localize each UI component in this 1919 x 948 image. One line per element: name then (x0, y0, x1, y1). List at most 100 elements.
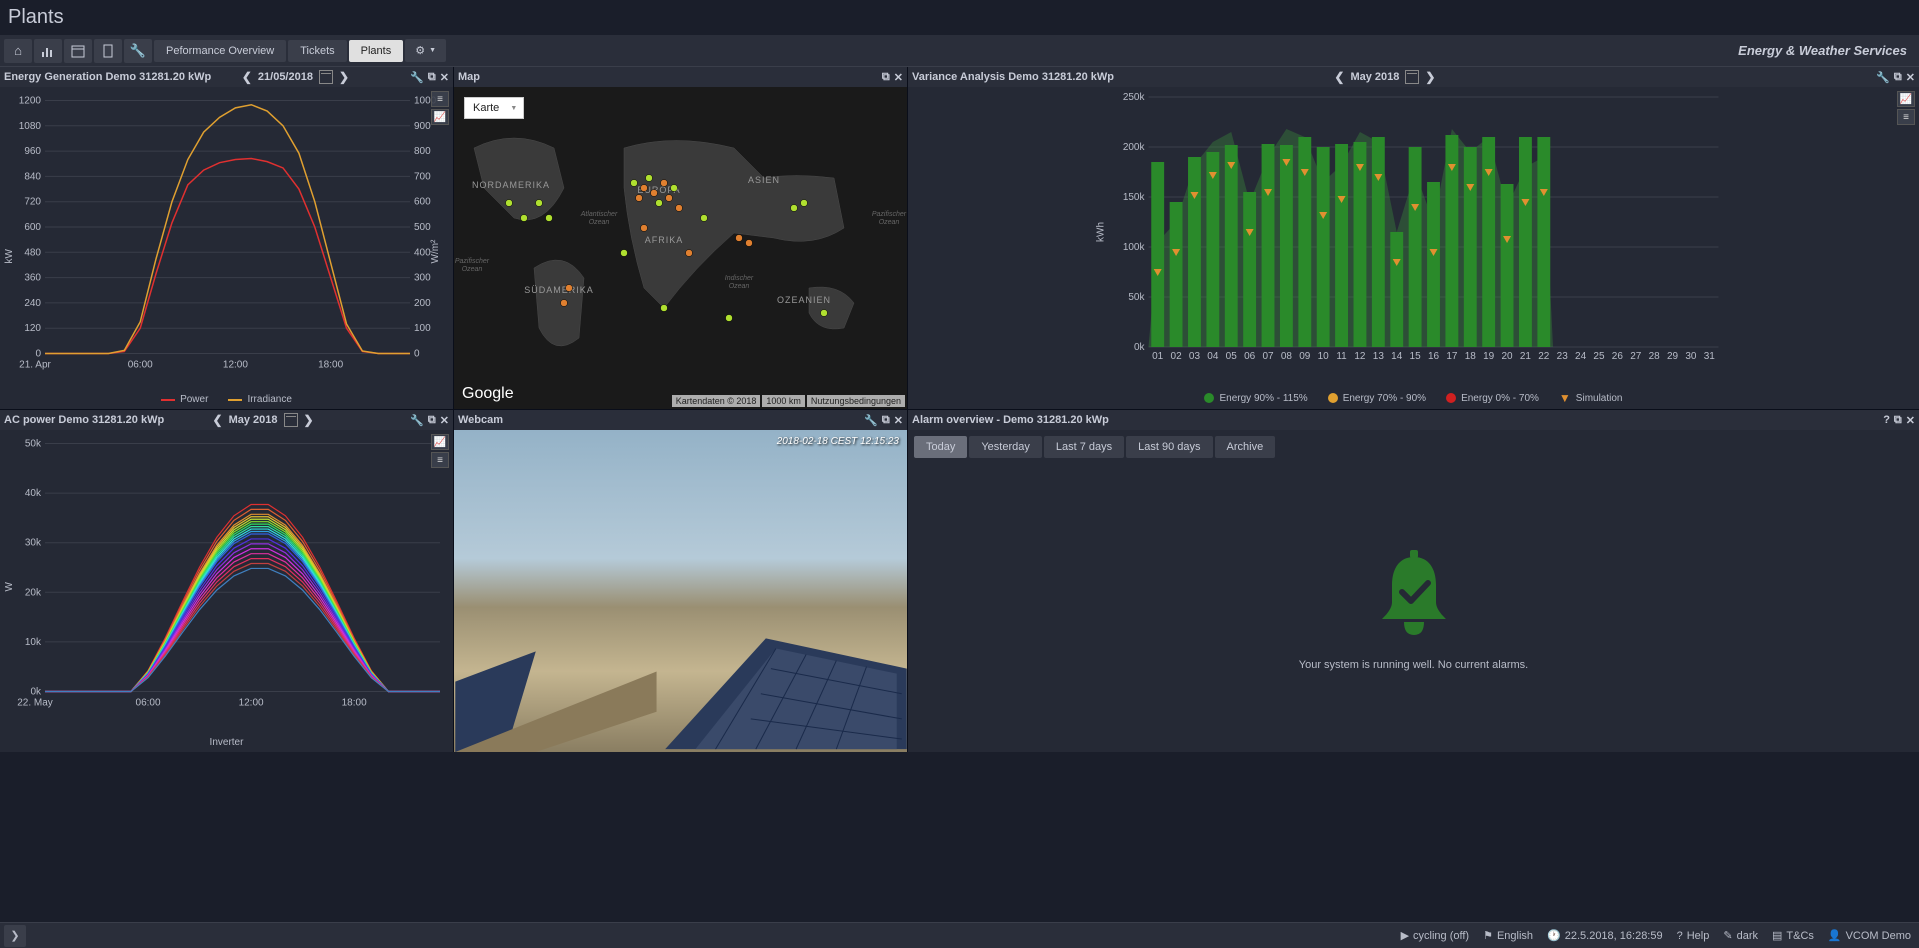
svg-text:50k: 50k (25, 439, 42, 450)
panel-header: Webcam 🔧 ⧉ ✕ (454, 410, 907, 430)
svg-text:18: 18 (1465, 351, 1477, 362)
next-date-arrow[interactable]: ❯ (304, 413, 314, 427)
tab-tickets[interactable]: Tickets (288, 40, 346, 62)
alarm-tab-yesterday[interactable]: Yesterday (969, 436, 1042, 458)
footer-theme[interactable]: ✎dark (1723, 929, 1758, 942)
energy-legend: Power Irradiance (0, 390, 453, 409)
map-body[interactable]: NORDAMERIKA SÜDAMERIKA EUROPA AFRIKA ASI… (454, 87, 907, 409)
calendar-picker-icon[interactable] (1405, 70, 1419, 84)
document-icon[interactable] (94, 39, 122, 63)
alarm-tab-90days[interactable]: Last 90 days (1126, 436, 1212, 458)
legend-energy-0[interactable]: Energy 0% - 70% (1446, 391, 1539, 405)
map-terms[interactable]: Nutzungsbedingungen (807, 395, 905, 407)
footer-expand-icon[interactable]: ❯ (4, 925, 26, 947)
footer-tcs[interactable]: ▤T&Cs (1772, 929, 1814, 942)
wrench-icon[interactable]: 🔧 (410, 414, 424, 427)
menu-icon[interactable]: ≡ (1897, 109, 1915, 125)
popout-icon[interactable]: ⧉ (882, 71, 890, 84)
popout-icon[interactable]: ⧉ (1894, 414, 1902, 427)
svg-text:12:00: 12:00 (239, 698, 264, 709)
legend-label: Power (180, 394, 208, 405)
energy-chart-body: kW W/m² 01202403604806007208409601080120… (0, 87, 453, 390)
svg-text:06: 06 (1244, 351, 1256, 362)
legend-irradiance[interactable]: Irradiance (228, 394, 291, 405)
close-icon[interactable]: ✕ (440, 414, 449, 427)
legend-power[interactable]: Power (161, 394, 208, 405)
popout-icon[interactable]: ⧉ (428, 414, 436, 427)
svg-text:50k: 50k (1128, 292, 1145, 303)
svg-text:23: 23 (1557, 351, 1569, 362)
wrench-icon[interactable]: 🔧 (124, 39, 152, 63)
close-icon[interactable]: ✕ (1906, 71, 1915, 84)
chart-icon[interactable] (34, 39, 62, 63)
next-date-arrow[interactable]: ❯ (1425, 70, 1435, 84)
settings-dropdown[interactable]: ⚙ ▼ (405, 39, 446, 62)
alarm-tab-archive[interactable]: Archive (1215, 436, 1276, 458)
prev-date-arrow[interactable]: ❮ (213, 413, 223, 427)
svg-text:Ozean: Ozean (879, 219, 900, 226)
footer-label: Help (1687, 930, 1710, 942)
svg-text:22. May: 22. May (17, 698, 53, 709)
close-icon[interactable]: ✕ (440, 71, 449, 84)
help-icon[interactable]: ? (1883, 414, 1890, 427)
prev-date-arrow[interactable]: ❮ (1334, 70, 1344, 84)
legend-energy-70[interactable]: Energy 70% - 90% (1328, 391, 1426, 405)
panel-map: Map ⧉ ✕ NORDAMERIKA SÜDAMERIKA EUROPA AF… (454, 67, 907, 409)
tab-plants[interactable]: Plants (349, 40, 404, 62)
svg-text:21: 21 (1520, 351, 1532, 362)
alarm-tab-today[interactable]: Today (914, 436, 967, 458)
panel-actions: 🔧 ⧉ ✕ (1876, 71, 1915, 84)
y1-axis-label: kW (4, 249, 15, 264)
popout-icon[interactable]: ⧉ (882, 414, 890, 427)
popout-icon[interactable]: ⧉ (428, 71, 436, 84)
tab-performance[interactable]: Peformance Overview (154, 40, 286, 62)
acpower-chart-svg: W 0k10k20k30k40k50k 22. May06:0012:0018:… (0, 430, 453, 733)
wrench-icon[interactable]: 🔧 (410, 71, 424, 84)
svg-text:13: 13 (1373, 351, 1385, 362)
map-scale: 1000 km (762, 395, 805, 407)
brush-icon: ✎ (1723, 929, 1732, 942)
svg-text:15: 15 (1410, 351, 1422, 362)
wrench-icon[interactable]: 🔧 (1876, 71, 1890, 84)
chart-type-icon[interactable]: 📈 (431, 109, 449, 125)
calendar-picker-icon[interactable] (284, 413, 298, 427)
footer-user[interactable]: 👤VCOM Demo (1828, 929, 1911, 942)
alarm-tabs: Today Yesterday Last 7 days Last 90 days… (908, 430, 1919, 464)
svg-text:08: 08 (1281, 351, 1293, 362)
svg-text:240: 240 (24, 298, 41, 309)
legend-label: Simulation (1576, 393, 1623, 404)
close-icon[interactable]: ✕ (894, 71, 903, 84)
menu-icon[interactable]: ≡ (431, 452, 449, 468)
webcam-timestamp: 2018-02-18 CEST 12:15:23 (777, 436, 899, 447)
variance-chart-svg: kWh 0k50k100k150k200k250k 01020304050607… (908, 87, 1919, 387)
footer-cycling[interactable]: ▶cycling (off) (1401, 929, 1470, 942)
question-icon: ? (1677, 930, 1683, 942)
svg-text:30: 30 (1685, 351, 1697, 362)
wrench-icon[interactable]: 🔧 (864, 414, 878, 427)
map-type-dropdown[interactable]: Karte (464, 97, 524, 119)
chart-type-icon[interactable]: 📈 (1897, 91, 1915, 107)
footer-help[interactable]: ? Help (1677, 929, 1710, 942)
svg-text:14: 14 (1391, 351, 1403, 362)
menu-icon[interactable]: ≡ (431, 91, 449, 107)
close-icon[interactable]: ✕ (1906, 414, 1915, 427)
calendar-picker-icon[interactable] (319, 70, 333, 84)
legend-energy-90[interactable]: Energy 90% - 115% (1204, 391, 1307, 405)
calendar-icon[interactable] (64, 39, 92, 63)
popout-icon[interactable]: ⧉ (1894, 71, 1902, 84)
panel-header: Variance Analysis Demo 31281.20 kWp ❮ Ma… (908, 67, 1919, 87)
chart-type-icon[interactable]: 📈 (431, 434, 449, 450)
footer-language[interactable]: ⚑English (1483, 929, 1533, 942)
prev-date-arrow[interactable]: ❮ (242, 70, 252, 84)
map-copyright[interactable]: Kartendaten © 2018 (672, 395, 761, 407)
y-axis-label: W (4, 582, 15, 592)
close-icon[interactable]: ✕ (894, 414, 903, 427)
alarm-tab-7days[interactable]: Last 7 days (1044, 436, 1124, 458)
map-attribution: Kartendaten © 2018 1000 km Nutzungsbedin… (672, 395, 905, 407)
bell-check-icon (1364, 547, 1464, 647)
next-date-arrow[interactable]: ❯ (339, 70, 349, 84)
legend-simulation[interactable]: ▼Simulation (1559, 391, 1623, 405)
svg-text:Indischer: Indischer (725, 275, 754, 282)
home-icon[interactable]: ⌂ (4, 39, 32, 63)
svg-text:0k: 0k (1134, 342, 1146, 353)
